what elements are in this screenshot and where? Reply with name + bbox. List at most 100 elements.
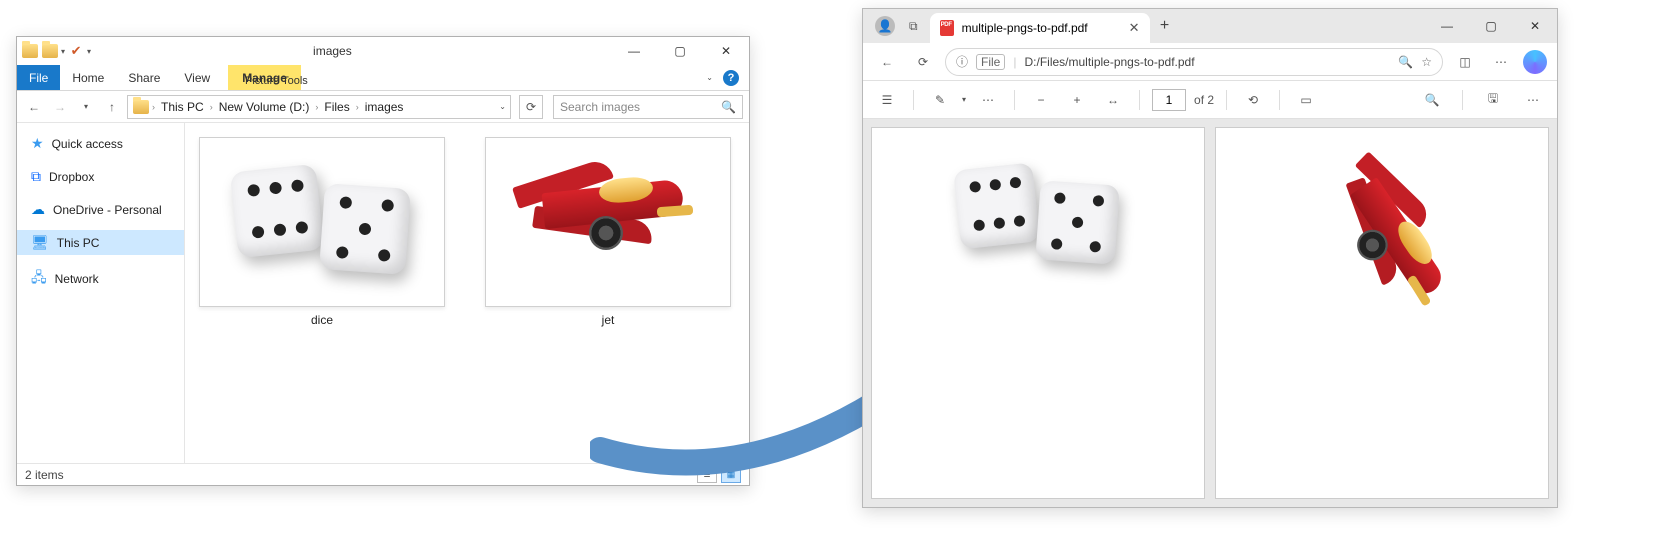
find-icon[interactable]: 🔍: [1418, 86, 1446, 114]
crumb-images[interactable]: images: [361, 100, 408, 114]
nav-toolbar: ← → ▾ ↑ › This PC › New Volume (D:) › Fi…: [17, 91, 749, 123]
more-menu-icon[interactable]: ⋯: [1487, 48, 1515, 76]
zoom-out-button[interactable]: −: [1027, 86, 1055, 114]
minimize-button[interactable]: —: [611, 37, 657, 65]
crumb-this-pc[interactable]: This PC: [157, 100, 208, 114]
file-item-dice[interactable]: dice: [199, 137, 445, 327]
draw-dropdown-icon[interactable]: ▾: [962, 95, 966, 104]
crumb-volume[interactable]: New Volume (D:): [215, 100, 314, 114]
address-bar[interactable]: ⓘ File | D:/Files/multiple-pngs-to-pdf.p…: [945, 48, 1443, 76]
tab-view[interactable]: View: [172, 65, 222, 90]
search-placeholder: Search images: [560, 100, 640, 114]
file-badge: File: [976, 54, 1005, 70]
status-bar: 2 items ≣ ▦: [17, 463, 749, 485]
nav-history-dropdown[interactable]: ▾: [75, 96, 97, 118]
edge-titlebar: 👤 ⧉ multiple-pngs-to-pdf.pdf ✕ + — ▢ ✕: [863, 9, 1557, 43]
fit-width-icon[interactable]: ↔: [1099, 86, 1127, 114]
workspaces-icon[interactable]: ⧉: [909, 19, 918, 34]
explorer-titlebar: ▾ ✔ ▾ images — ▢ ✕: [17, 37, 749, 65]
thumbnail-jet: [485, 137, 731, 307]
chevron-right-icon: ›: [356, 102, 359, 112]
view-large-icons-button[interactable]: ▦: [721, 467, 741, 483]
sidebar-item-dropbox[interactable]: ⧉Dropbox: [17, 164, 184, 189]
sidebar-item-onedrive[interactable]: ☁OneDrive - Personal: [17, 197, 184, 222]
more-tools-icon[interactable]: ⋯: [974, 86, 1002, 114]
sidebar-item-label: OneDrive - Personal: [53, 203, 162, 217]
qat-properties-icon[interactable]: ✔: [67, 42, 85, 60]
page-number-input[interactable]: [1152, 89, 1186, 111]
file-item-jet[interactable]: jet: [485, 137, 731, 327]
minimize-button[interactable]: —: [1425, 9, 1469, 43]
save-icon[interactable]: 🖫: [1479, 86, 1507, 114]
tab-share[interactable]: Share: [116, 65, 172, 90]
qat-customize-icon[interactable]: ▾: [87, 47, 91, 56]
rotate-icon[interactable]: ⟲: [1239, 86, 1267, 114]
nav-up-button[interactable]: ↑: [101, 96, 123, 118]
star-icon: ★: [31, 135, 44, 152]
pdf-viewport[interactable]: [863, 119, 1557, 507]
copilot-icon[interactable]: [1523, 50, 1547, 74]
close-button[interactable]: ✕: [1513, 9, 1557, 43]
toolbar-more-icon[interactable]: ⋯: [1519, 86, 1547, 114]
folder-app-icon: [21, 42, 39, 60]
maximize-button[interactable]: ▢: [657, 37, 703, 65]
url-text: D:/Files/multiple-pngs-to-pdf.pdf: [1024, 55, 1390, 69]
address-toolbar: ← ⟳ ⓘ File | D:/Files/multiple-pngs-to-p…: [863, 43, 1557, 81]
view-details-button[interactable]: ≣: [697, 467, 717, 483]
thumbnail-dice: [199, 137, 445, 307]
close-button[interactable]: ✕: [703, 37, 749, 65]
edge-browser-window: 👤 ⧉ multiple-pngs-to-pdf.pdf ✕ + — ▢ ✕ ←…: [862, 8, 1558, 508]
tab-close-icon[interactable]: ✕: [1129, 20, 1140, 36]
crumb-files[interactable]: Files: [320, 100, 353, 114]
tab-file[interactable]: File: [17, 65, 60, 90]
browser-tab[interactable]: multiple-pngs-to-pdf.pdf ✕: [930, 13, 1150, 43]
refresh-button[interactable]: ⟳: [909, 48, 937, 76]
sidebar-item-label: Quick access: [52, 137, 123, 151]
network-icon: 🖧: [31, 267, 47, 291]
page-view-icon[interactable]: ▭: [1292, 86, 1320, 114]
pdf-toolbar: ☰ ✎ ▾ ⋯ − + ↔ of 2 ⟲ ▭ 🔍 🖫 ⋯: [863, 81, 1557, 119]
zoom-indicator-icon[interactable]: 🔍: [1398, 55, 1413, 69]
qat-dropdown-icon[interactable]: ▾: [61, 47, 65, 56]
tab-title: multiple-pngs-to-pdf.pdf: [962, 21, 1088, 35]
item-count: 2 items: [25, 468, 64, 482]
profile-icon[interactable]: 👤: [875, 16, 895, 36]
maximize-button[interactable]: ▢: [1469, 9, 1513, 43]
info-icon[interactable]: ⓘ: [956, 53, 968, 70]
qat-folder-icon[interactable]: [41, 42, 59, 60]
help-icon[interactable]: ?: [723, 70, 739, 86]
tab-home[interactable]: Home: [60, 65, 116, 90]
tab-picture-tools[interactable]: Picture Tools: [239, 73, 314, 89]
pdf-page-2: [1215, 127, 1549, 499]
page-total-label: of 2: [1194, 93, 1214, 107]
window-title: images: [313, 44, 352, 58]
ribbon-tabs: File Home Share View Manage ⌄ ?: [17, 65, 749, 91]
chevron-right-icon: ›: [152, 102, 155, 112]
refresh-button[interactable]: ⟳: [519, 95, 543, 119]
search-input[interactable]: Search images 🔍: [553, 95, 743, 119]
sidebar-item-quick-access[interactable]: ★ Quick access: [17, 131, 184, 156]
chevron-right-icon: ›: [210, 102, 213, 112]
split-screen-icon[interactable]: ◫: [1451, 48, 1479, 76]
draw-icon[interactable]: ✎: [926, 86, 954, 114]
sidebar-item-label: Dropbox: [49, 170, 94, 184]
sidebar-item-label: This PC: [57, 236, 100, 250]
new-tab-button[interactable]: +: [1150, 9, 1180, 43]
zoom-in-button[interactable]: +: [1063, 86, 1091, 114]
ribbon-collapse-icon[interactable]: ⌄: [706, 73, 713, 82]
address-breadcrumb[interactable]: › This PC › New Volume (D:) › Files › im…: [127, 95, 511, 119]
breadcrumb-dropdown-icon[interactable]: ⌄: [499, 102, 506, 111]
nav-back-button[interactable]: ←: [873, 48, 901, 76]
favorite-icon[interactable]: ☆: [1421, 55, 1432, 69]
file-explorer-window: ▾ ✔ ▾ images — ▢ ✕ File Home Share View …: [16, 36, 750, 486]
sidebar-item-label: Network: [55, 272, 99, 286]
pdf-page-1: [871, 127, 1205, 499]
sidebar-item-network[interactable]: 🖧 Network: [17, 263, 184, 295]
chevron-right-icon: ›: [315, 102, 318, 112]
nav-forward-button[interactable]: →: [49, 96, 71, 118]
nav-back-button[interactable]: ←: [23, 96, 45, 118]
sidebar-item-this-pc[interactable]: 🖥This PC: [17, 230, 184, 255]
file-list: dice jet: [185, 123, 749, 463]
file-label: jet: [602, 313, 615, 327]
contents-icon[interactable]: ☰: [873, 86, 901, 114]
